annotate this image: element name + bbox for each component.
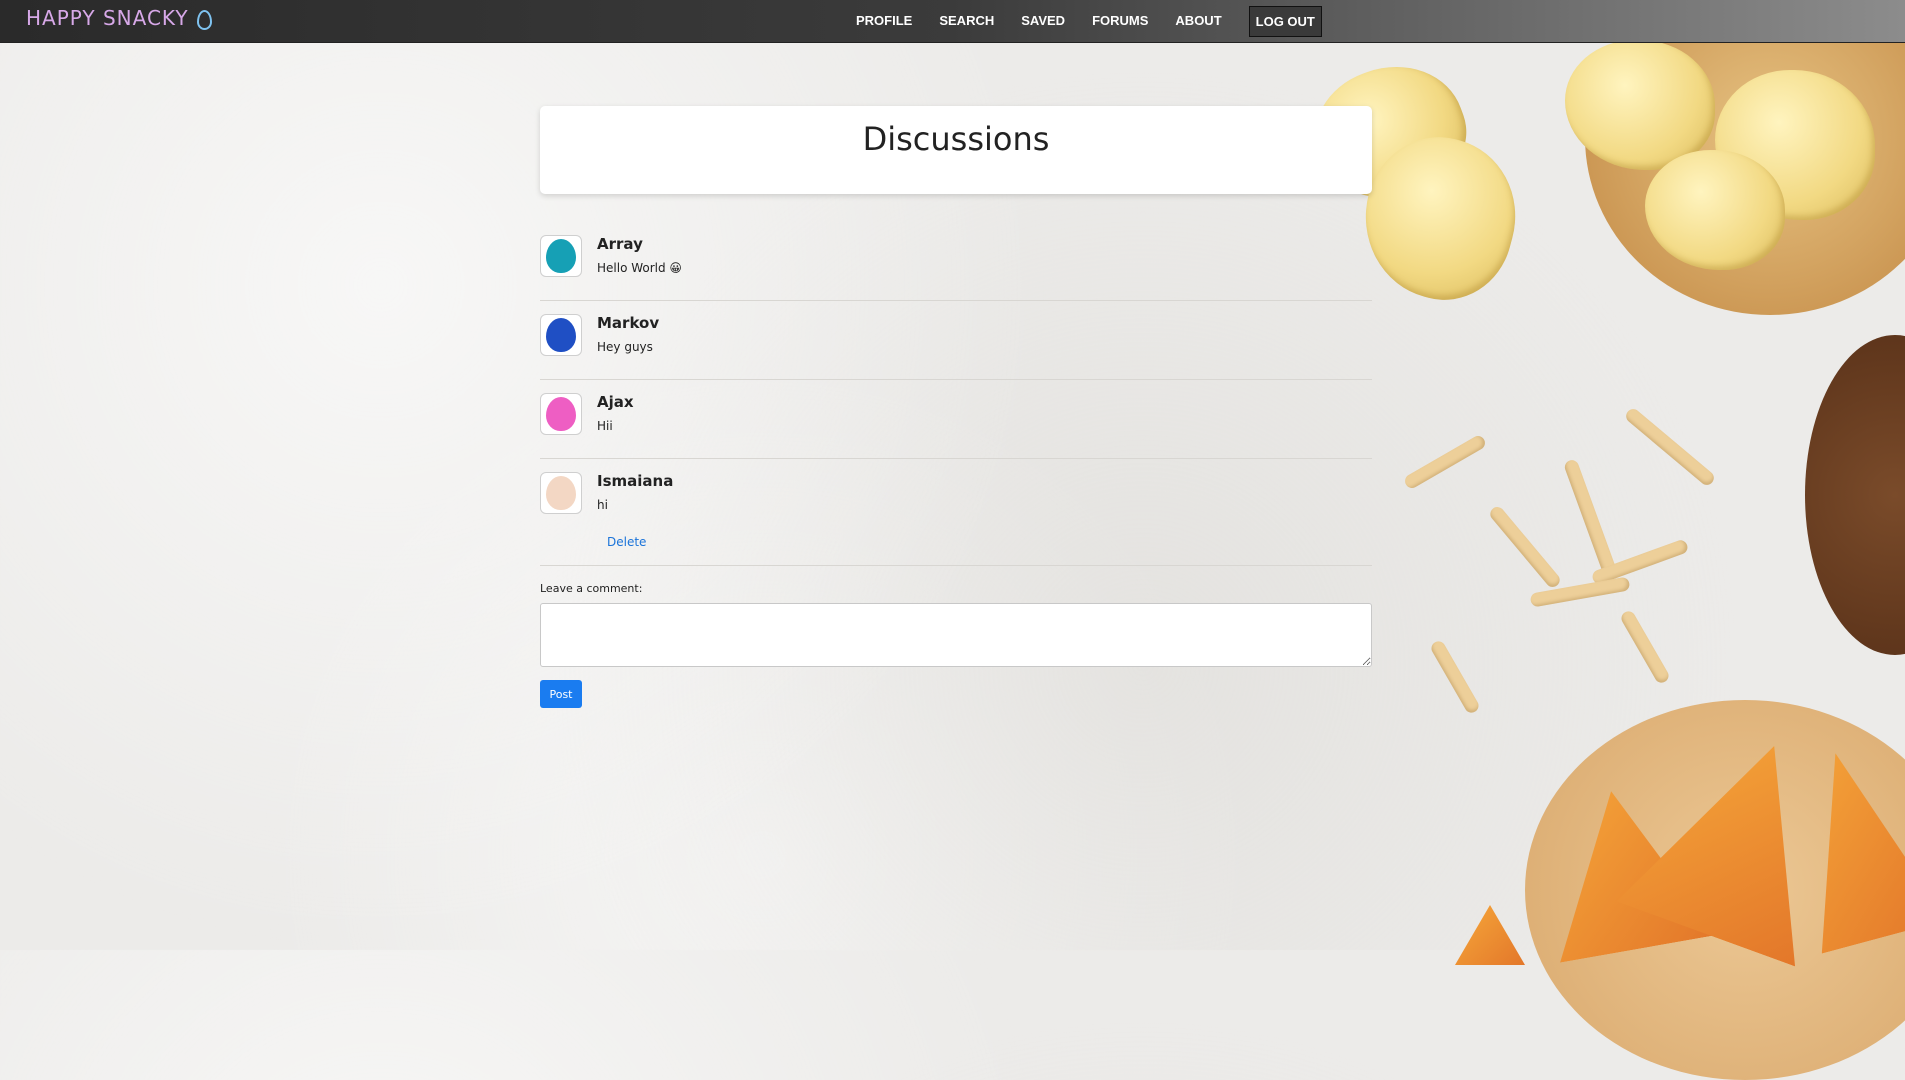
comment-item: Ismaiana hi Delete [540, 472, 1372, 566]
comment-item: Markov Hey guys [540, 314, 1372, 380]
puff-image [1618, 608, 1672, 686]
page-title: Discussions [862, 120, 1050, 158]
main-nav: PROFILE SEARCH SAVED FORUMS ABOUT LOG OU… [856, 4, 1322, 38]
avatar-face-icon [546, 318, 576, 352]
avatar [540, 393, 582, 435]
snack-bowl-puffs [1805, 335, 1905, 655]
egg-logo-icon [196, 9, 212, 30]
comment-author: Ismaiana [597, 472, 674, 490]
comment-text: Hey guys [597, 340, 653, 354]
nav-item-search[interactable]: SEARCH [939, 4, 994, 38]
comment-author: Markov [597, 314, 660, 332]
comment-item: Ajax Hii [540, 393, 1372, 459]
avatar-face-icon [546, 476, 576, 510]
avatar-face-icon [546, 397, 576, 431]
nav-item-about[interactable]: ABOUT [1175, 4, 1221, 38]
comment-author: Ajax [597, 393, 634, 411]
comment-author: Array [597, 235, 643, 253]
brand-logo[interactable]: HAPPY SNACKY [26, 6, 212, 30]
nav-item-saved[interactable]: SAVED [1021, 4, 1065, 38]
comment-form-label: Leave a comment: [540, 582, 643, 595]
nav-item-profile[interactable]: PROFILE [856, 4, 912, 38]
avatar [540, 472, 582, 514]
comment-text: hi [597, 498, 608, 512]
nacho-image [1455, 905, 1525, 965]
avatar [540, 314, 582, 356]
avatar [540, 235, 582, 277]
top-navbar: HAPPY SNACKY PROFILE SEARCH SAVED FORUMS… [0, 0, 1905, 43]
comment-input[interactable] [540, 603, 1372, 667]
comment-text: Hii [597, 419, 613, 433]
comment-item: Array Hello World 😀 [540, 235, 1372, 301]
brand-text: HAPPY SNACKY [26, 6, 189, 30]
comment-text: Hello World 😀 [597, 261, 682, 275]
puff-image [1562, 458, 1618, 576]
puff-image [1487, 504, 1563, 590]
puff-image [1428, 638, 1482, 716]
post-button[interactable]: Post [540, 680, 582, 708]
nav-item-forums[interactable]: FORUMS [1092, 4, 1148, 38]
logout-button[interactable]: LOG OUT [1248, 5, 1322, 37]
page-title-card: Discussions [540, 106, 1372, 194]
delete-comment-link[interactable]: Delete [607, 535, 646, 549]
avatar-face-icon [546, 239, 576, 273]
puff-image [1623, 406, 1717, 488]
puff-image [1402, 433, 1488, 491]
